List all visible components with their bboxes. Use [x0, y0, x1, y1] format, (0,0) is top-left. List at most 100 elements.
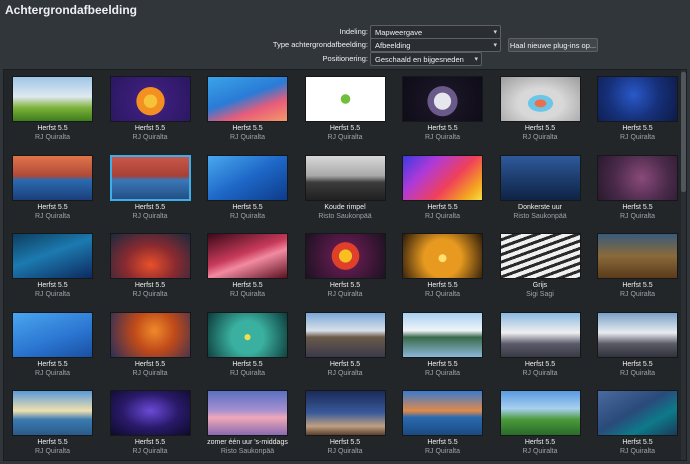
- wallpaper-thumbnail[interactable]: [597, 233, 678, 279]
- wallpaper-type-label: Type achtergrondafbeelding:: [272, 40, 368, 49]
- wallpaper-tile[interactable]: Herfst 5.5 RJ Quiralta: [199, 307, 296, 385]
- wallpaper-tile[interactable]: Herfst 5.5 RJ Quiralta: [297, 71, 394, 149]
- wallpaper-name: Herfst 5.5: [329, 439, 361, 446]
- get-new-plugins-button[interactable]: Haal nieuwe plug-ins op...: [508, 38, 598, 52]
- wallpaper-thumbnail[interactable]: [109, 76, 191, 122]
- wallpaper-tile[interactable]: Herfst 5.5 RJ Quiralta: [394, 385, 491, 460]
- wallpaper-author: RJ Quiralta: [132, 291, 168, 298]
- wallpaper-tile[interactable]: Herfst 5.5 RJ Quiralta: [589, 71, 686, 149]
- wallpaper-thumbnail[interactable]: [109, 233, 191, 279]
- get-new-plugins-label: Haal nieuwe plug-ins op...: [509, 41, 597, 50]
- wallpaper-tile[interactable]: Herfst 5.5 RJ Quiralta: [102, 71, 199, 149]
- wallpaper-tile[interactable]: Donkerste uur Risto Saukonpää: [492, 150, 589, 228]
- wallpaper-tile[interactable]: Koude rimpel Risto Saukonpää: [297, 150, 394, 228]
- wallpaper-tile[interactable]: Herfst 5.5 RJ Quiralta: [199, 228, 296, 306]
- wallpaper-thumbnail[interactable]: [402, 154, 483, 201]
- wallpaper-thumbnail[interactable]: [207, 154, 288, 201]
- wallpaper-tile[interactable]: Herfst 5.5 RJ Quiralta: [4, 71, 101, 149]
- wallpaper-tile[interactable]: Herfst 5.5 RJ Quiralta: [297, 385, 394, 460]
- wallpaper-thumbnail[interactable]: [304, 311, 386, 358]
- wallpaper-tile[interactable]: zomer één uur 's-middags Risto Saukonpää: [199, 385, 296, 460]
- wallpaper-tile[interactable]: Grijs Sigi Sagi: [492, 228, 589, 306]
- wallpaper-thumbnail[interactable]: [597, 311, 678, 358]
- wallpaper-tile[interactable]: Herfst 5.5 RJ Quiralta: [394, 150, 491, 228]
- wallpaper-thumbnail[interactable]: [12, 233, 93, 279]
- wallpaper-thumbnail[interactable]: [207, 76, 288, 122]
- wallpaper-tile[interactable]: Herfst 5.5 RJ Quiralta: [589, 228, 686, 306]
- wallpaper-tile[interactable]: Herfst 5.5 RJ Quiralta: [492, 307, 589, 385]
- positioning-combobox[interactable]: Geschaald en bijgesneden ▾: [370, 52, 482, 66]
- wallpaper-thumbnail[interactable]: [304, 154, 386, 201]
- wallpaper-thumbnail[interactable]: [499, 311, 581, 358]
- wallpaper-name: Herfst 5.5: [622, 360, 653, 368]
- wallpaper-tile[interactable]: Herfst 5.5 RJ Quiralta: [4, 150, 101, 228]
- wallpaper-thumbnail[interactable]: [304, 76, 386, 122]
- wallpaper-tile[interactable]: Herfst 5.5 RJ Quiralta: [102, 307, 199, 385]
- wallpaper-author: Risto Saukonpää: [318, 212, 372, 220]
- wallpaper-tile[interactable]: Herfst 5.5 RJ Quiralta: [4, 307, 101, 385]
- wallpaper-tile[interactable]: Herfst 5.5 RJ Quiralta: [394, 307, 491, 385]
- wallpaper-tile[interactable]: Herfst 5.5 RJ Quiralta: [297, 228, 394, 306]
- wallpaper-name: Herfst 5.5: [329, 282, 361, 289]
- wallpaper-thumbnail[interactable]: [597, 76, 678, 122]
- wallpaper-thumbnail[interactable]: [499, 154, 581, 201]
- wallpaper-tile[interactable]: Herfst 5.5 RJ Quiralta: [589, 150, 686, 228]
- wallpaper-name: Herfst 5.5: [37, 203, 68, 211]
- wallpaper-name: Herfst 5.5: [37, 360, 68, 368]
- wallpaper-name: Herfst 5.5: [622, 125, 653, 132]
- wallpaper-thumbnail[interactable]: [12, 311, 93, 358]
- wallpaper-tile[interactable]: Herfst 5.5 RJ Quiralta: [492, 385, 589, 460]
- wallpaper-thumbnail[interactable]: [207, 311, 288, 358]
- wallpaper-name: Donkerste uur: [518, 203, 562, 211]
- wallpaper-thumbnail[interactable]: [304, 390, 386, 436]
- wallpaper-tile[interactable]: Herfst 5.5 RJ Quiralta: [589, 307, 686, 385]
- wallpaper-author: RJ Quiralta: [34, 291, 70, 298]
- wallpaper-type-combobox[interactable]: Afbeelding ▾: [370, 38, 501, 52]
- wallpaper-name: Herfst 5.5: [524, 360, 556, 368]
- wallpaper-author: RJ Quiralta: [424, 212, 460, 220]
- wallpaper-name: Herfst 5.5: [524, 125, 556, 132]
- wallpaper-thumbnail[interactable]: [499, 76, 581, 122]
- wallpaper-thumbnail[interactable]: [207, 390, 288, 436]
- wallpaper-thumbnail[interactable]: [402, 233, 483, 279]
- wallpaper-thumbnail[interactable]: [597, 154, 678, 201]
- wallpaper-name: zomer één uur 's-middags: [207, 439, 288, 446]
- wallpaper-author: RJ Quiralta: [327, 369, 363, 377]
- wallpaper-thumbnail[interactable]: [12, 154, 93, 201]
- wallpaper-name: Herfst 5.5: [427, 360, 458, 368]
- wallpaper-author: RJ Quiralta: [424, 134, 460, 141]
- page-title: Achtergrondafbeelding: [5, 3, 138, 17]
- wallpaper-thumbnail[interactable]: [402, 390, 483, 436]
- wallpaper-tile[interactable]: Herfst 5.5 RJ Quiralta: [4, 385, 101, 460]
- wallpaper-tile[interactable]: Herfst 5.5 RJ Quiralta: [199, 150, 296, 228]
- wallpaper-thumbnail[interactable]: [109, 311, 191, 358]
- wallpaper-tile[interactable]: Herfst 5.5 RJ Quiralta: [297, 307, 394, 385]
- wallpaper-tile[interactable]: Herfst 5.5 RJ Quiralta: [102, 228, 199, 306]
- wallpaper-tile[interactable]: Herfst 5.5 RJ Quiralta: [102, 385, 199, 460]
- wallpaper-thumbnail[interactable]: [109, 390, 191, 436]
- wallpaper-thumbnail[interactable]: [499, 390, 581, 436]
- wallpaper-thumbnail[interactable]: [304, 233, 386, 279]
- wallpaper-tile[interactable]: Herfst 5.5 RJ Quiralta: [394, 71, 491, 149]
- wallpaper-tile[interactable]: Herfst 5.5 RJ Quiralta: [589, 385, 686, 460]
- wallpaper-tile[interactable]: Herfst 5.5 RJ Quiralta: [199, 71, 296, 149]
- wallpaper-name: Herfst 5.5: [232, 360, 263, 368]
- wallpaper-name: Herfst 5.5: [134, 439, 166, 446]
- wallpaper-thumbnail[interactable]: [109, 154, 191, 201]
- wallpaper-thumbnail[interactable]: [12, 390, 93, 436]
- wallpaper-tile[interactable]: Herfst 5.5 RJ Quiralta: [394, 228, 491, 306]
- layout-combobox[interactable]: Mapweergave ▾: [370, 25, 501, 39]
- wallpaper-thumbnail[interactable]: [597, 390, 678, 436]
- wallpaper-name: Herfst 5.5: [232, 203, 263, 211]
- wallpaper-tile[interactable]: Herfst 5.5 RJ Quiralta: [4, 228, 101, 306]
- wallpaper-thumbnail[interactable]: [207, 233, 288, 279]
- wallpaper-author: RJ Quiralta: [132, 448, 168, 455]
- wallpaper-thumbnail[interactable]: [402, 311, 483, 358]
- wallpaper-thumbnail[interactable]: [402, 76, 483, 122]
- wallpaper-tile[interactable]: Herfst 5.5 RJ Quiralta: [492, 71, 589, 149]
- wallpaper-thumbnail[interactable]: [12, 76, 93, 122]
- wallpaper-tile[interactable]: Herfst 5.5 RJ Quiralta: [102, 150, 199, 228]
- wallpaper-thumbnail[interactable]: [499, 233, 581, 279]
- wallpaper-author: RJ Quiralta: [132, 212, 168, 220]
- wallpaper-name: Herfst 5.5: [329, 360, 361, 368]
